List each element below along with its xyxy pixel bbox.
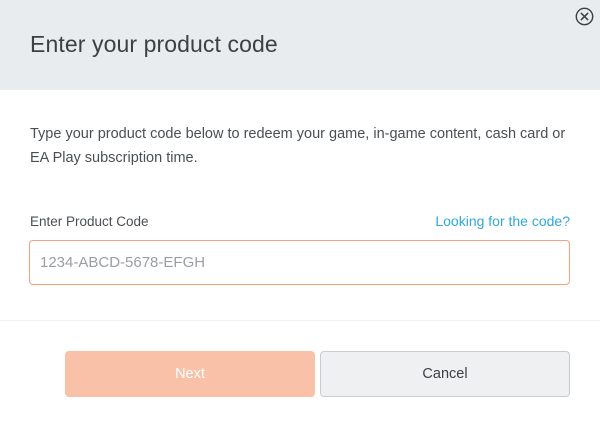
- dialog-description: Type your product code below to redeem y…: [30, 126, 566, 166]
- close-button[interactable]: [575, 7, 594, 26]
- cancel-button[interactable]: Cancel: [320, 351, 570, 397]
- product-code-label: Enter Product Code: [30, 214, 149, 229]
- product-code-input[interactable]: [29, 240, 570, 285]
- product-code-dialog: Enter your product code Type your produc…: [0, 0, 600, 426]
- footer-divider: [0, 320, 600, 321]
- close-icon: [575, 7, 594, 26]
- looking-for-code-link[interactable]: Looking for the code?: [435, 213, 570, 229]
- dialog-title: Enter your product code: [30, 31, 278, 57]
- next-button[interactable]: Next: [65, 351, 315, 397]
- dialog-header: Enter your product code: [0, 0, 600, 90]
